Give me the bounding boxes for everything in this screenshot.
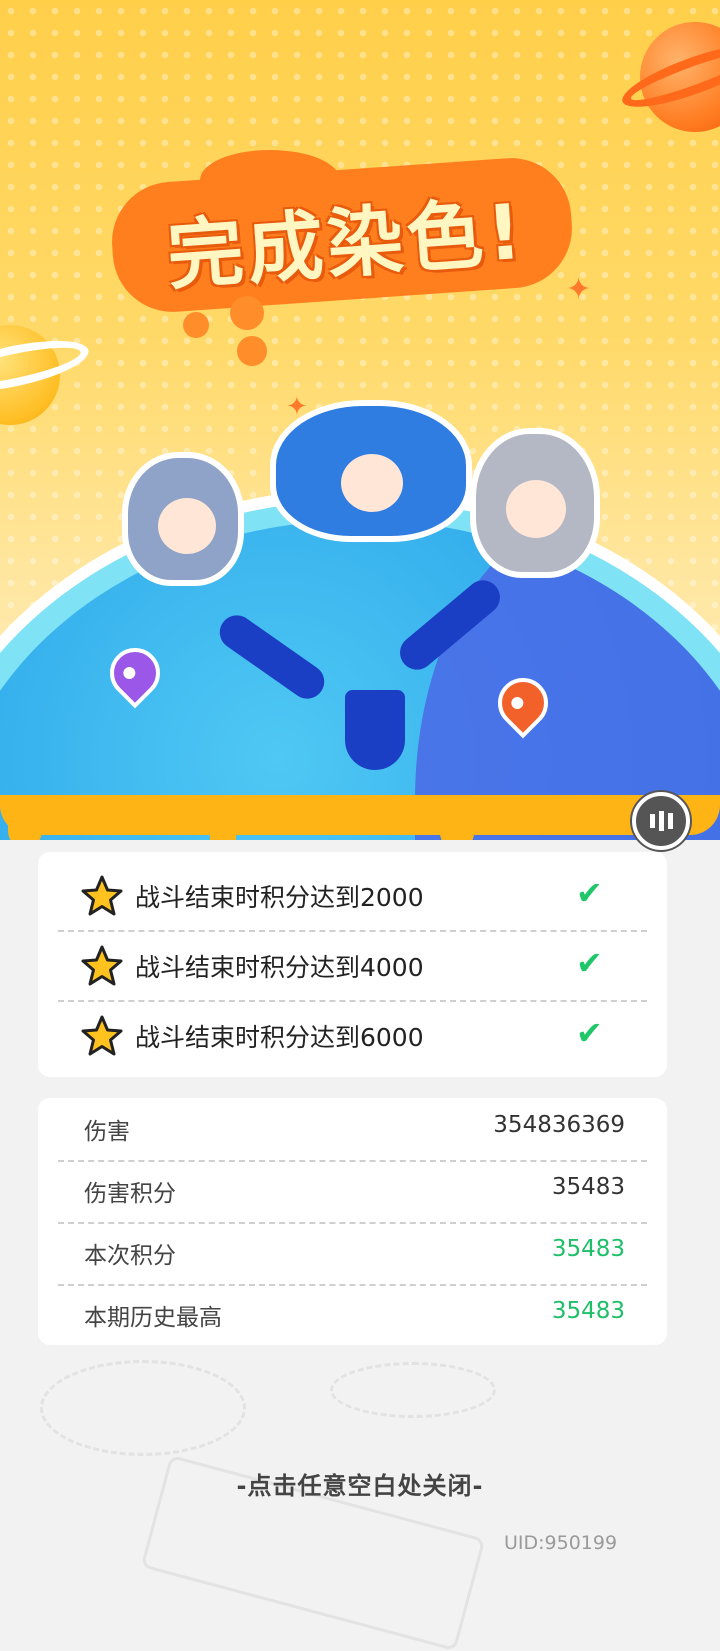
paint-drip — [440, 802, 474, 840]
dashed-path-decoration — [330, 1362, 496, 1418]
result-label: 伤害 — [84, 1119, 130, 1145]
task-row: 战斗结束时积分达到2000 ✔ — [58, 860, 647, 932]
splash-drop — [237, 336, 267, 366]
uid-label: UID:950199 — [504, 1532, 618, 1554]
result-value: 35483 — [551, 1298, 625, 1324]
star-icon — [81, 945, 123, 986]
task-card: 战斗结束时积分达到2000 ✔ 战斗结束时积分达到4000 ✔ 战斗结束时积分达… — [38, 852, 667, 1077]
check-icon: ✔ — [576, 1014, 603, 1052]
task-row: 战斗结束时积分达到4000 ✔ — [58, 930, 647, 1002]
result-row-damage-score: 伤害积分 35483 — [58, 1160, 647, 1224]
check-icon: ✔ — [576, 944, 603, 982]
result-label: 本次积分 — [84, 1243, 176, 1269]
task-label: 战斗结束时积分达到2000 — [135, 883, 424, 912]
sparkle-icon: ✦ — [566, 272, 592, 307]
paint-drip — [8, 800, 42, 840]
result-row-current-score: 本次积分 35483 — [58, 1222, 647, 1286]
result-value: 354836369 — [493, 1112, 625, 1138]
globe-mouth — [345, 690, 405, 770]
character-center — [270, 400, 472, 542]
result-label: 本期历史最高 — [84, 1305, 222, 1331]
result-label: 伤害积分 — [84, 1181, 176, 1207]
close-hint[interactable]: -点击任意空白处关闭- — [0, 1466, 720, 1501]
splash-drop — [230, 296, 264, 330]
result-value: 35483 — [551, 1236, 625, 1262]
splash-drop — [183, 312, 209, 338]
result-value: 35483 — [551, 1174, 625, 1200]
star-icon — [81, 1015, 123, 1056]
result-row-damage: 伤害 354836369 — [58, 1098, 647, 1162]
result-scene: 完成染色! ✦ ✦ — [0, 0, 720, 840]
result-row-best-score: 本期历史最高 35483 — [58, 1284, 647, 1346]
paint-drip — [210, 808, 236, 840]
results-card: 伤害 354836369 伤害积分 35483 本次积分 35483 本期历史最… — [38, 1098, 667, 1345]
task-label: 战斗结束时积分达到4000 — [135, 953, 424, 982]
star-icon — [81, 875, 123, 916]
character-left — [122, 452, 244, 586]
task-label: 战斗结束时积分达到6000 — [135, 1023, 424, 1052]
paint-drip — [0, 795, 720, 835]
check-icon: ✔ — [576, 874, 603, 912]
task-row: 战斗结束时积分达到6000 ✔ — [58, 1000, 647, 1070]
character-right — [470, 428, 600, 578]
stats-button[interactable] — [632, 792, 690, 850]
dashed-path-decoration — [40, 1360, 246, 1456]
